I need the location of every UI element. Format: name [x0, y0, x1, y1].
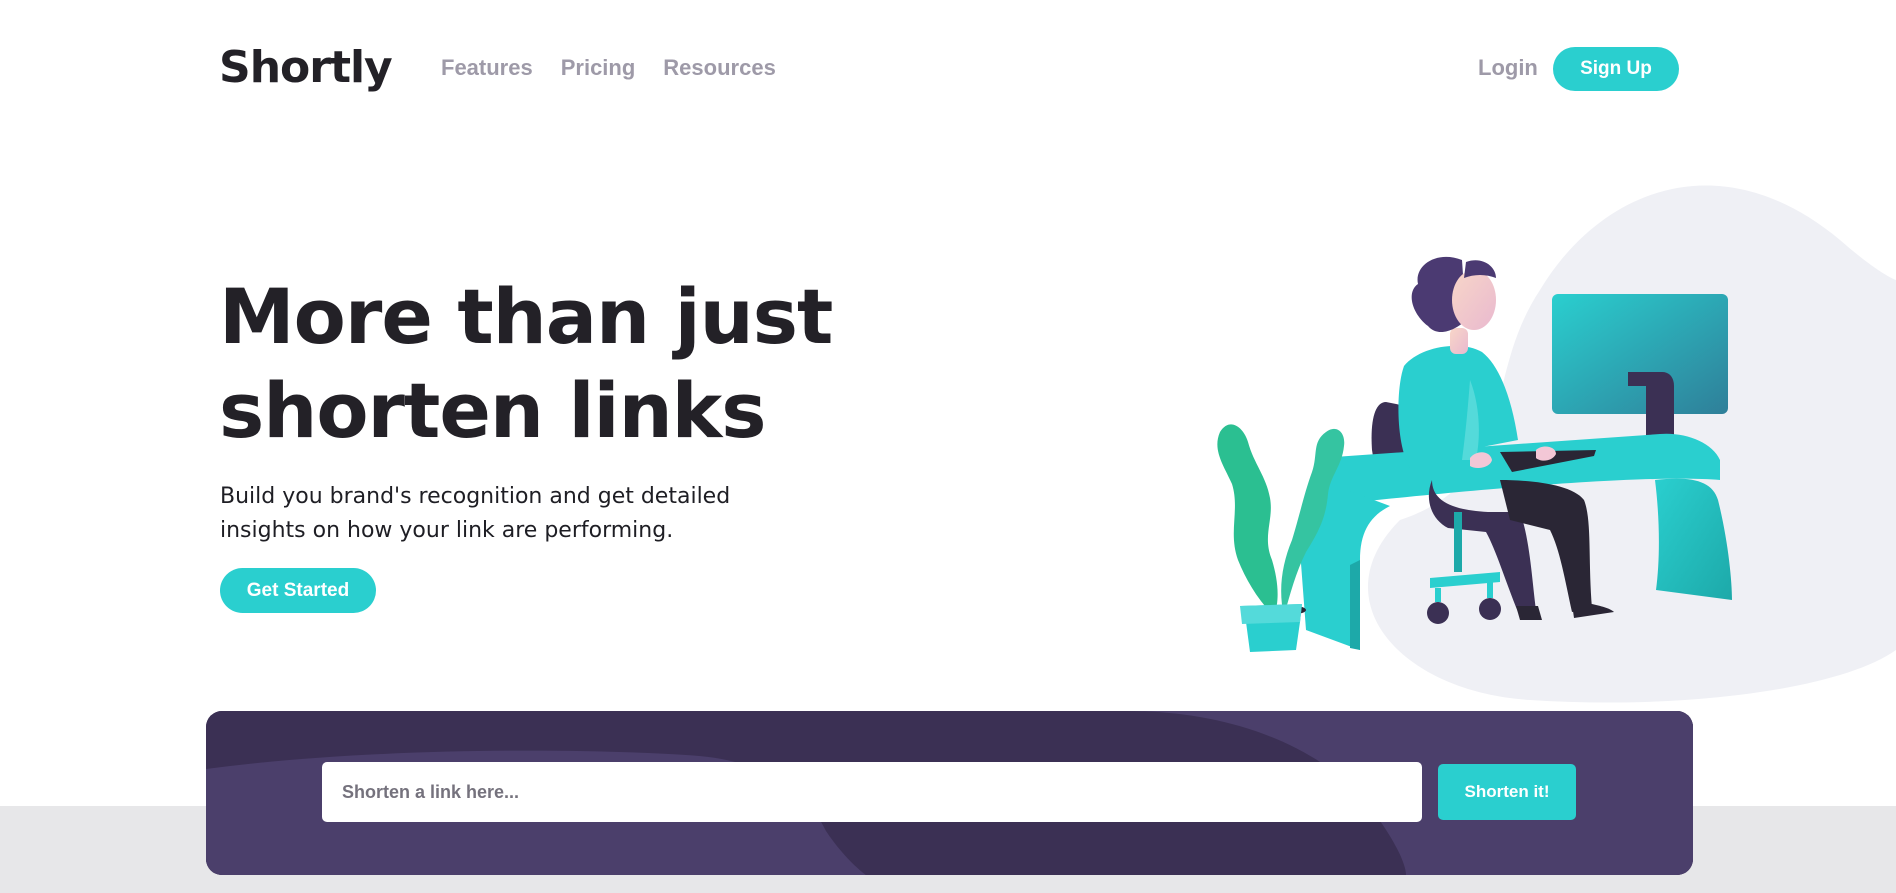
shorten-link-input[interactable]: [322, 762, 1422, 822]
get-started-button[interactable]: Get Started: [220, 568, 376, 613]
main-nav: Features Pricing Resources: [441, 52, 776, 84]
hero-title: More than just shorten links: [219, 270, 919, 458]
nav-link-resources[interactable]: Resources: [663, 52, 776, 84]
shorten-panel: Shorten it!: [206, 711, 1693, 875]
person-working-illustration: [1217, 185, 1896, 703]
nav-link-pricing[interactable]: Pricing: [561, 52, 636, 84]
face: [1452, 270, 1496, 330]
hero-subtitle-line-2: insights on how your link are performing…: [220, 518, 674, 543]
login-link[interactable]: Login: [1478, 52, 1538, 84]
hero-title-line-1: More than just: [219, 272, 833, 361]
shoe-left: [1516, 606, 1542, 620]
neck: [1450, 328, 1468, 354]
hero-subtitle-line-1: Build you brand's recognition and get de…: [220, 484, 731, 509]
logo[interactable]: Shortly: [219, 40, 393, 96]
hero-subtitle: Build you brand's recognition and get de…: [220, 480, 820, 548]
monitor-screen: [1552, 294, 1728, 414]
plant-leaf-left: [1217, 424, 1278, 616]
sign-up-button[interactable]: Sign Up: [1553, 47, 1679, 91]
shorten-it-button[interactable]: Shorten it!: [1438, 764, 1576, 820]
nav-link-features[interactable]: Features: [441, 52, 533, 84]
hero-title-line-2: shorten links: [219, 366, 766, 455]
